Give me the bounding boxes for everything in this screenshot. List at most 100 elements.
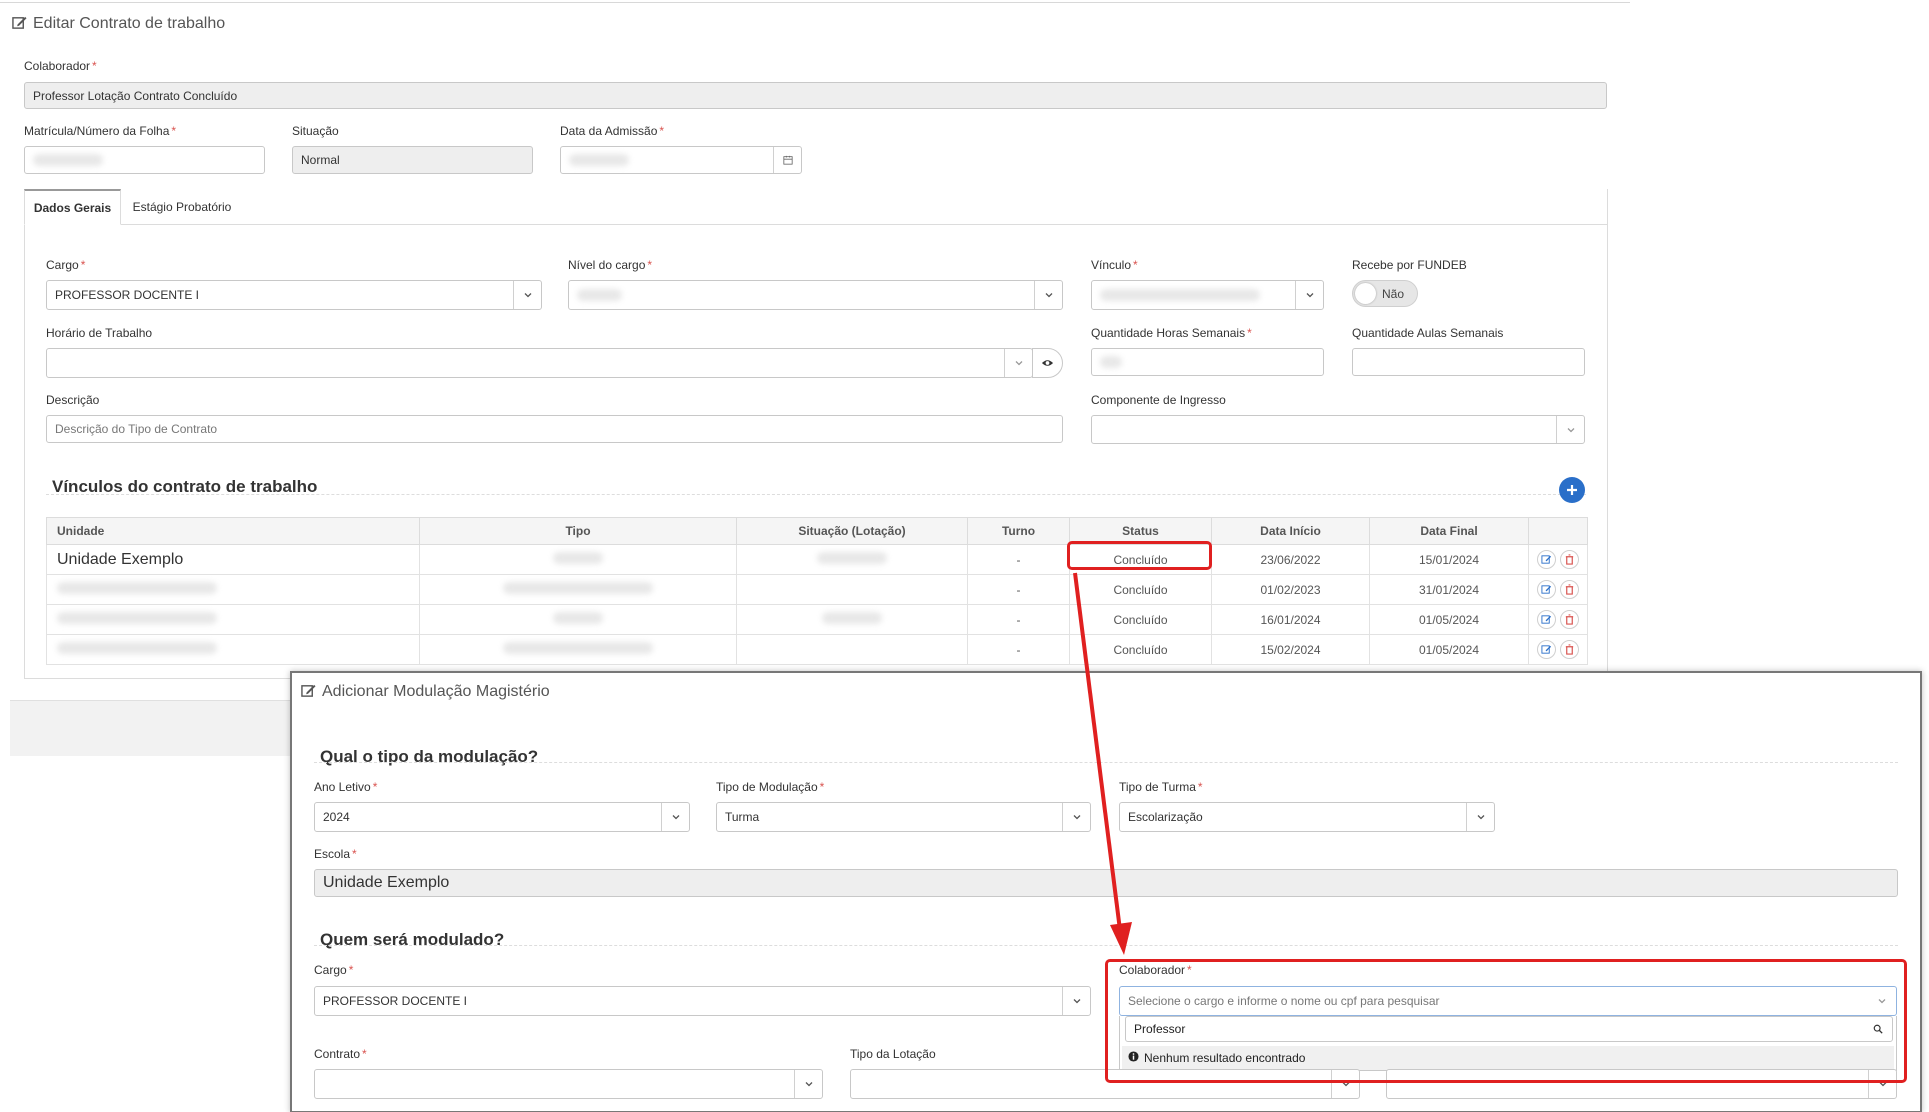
trash-icon[interactable]	[1560, 580, 1579, 599]
table-header-row: Unidade Tipo Situação (Lotação) Turno St…	[46, 517, 1588, 545]
top-divider	[0, 2, 1630, 3]
chevron-down-icon	[794, 1070, 822, 1098]
contrato-select[interactable]	[314, 1069, 823, 1099]
componente-select[interactable]	[1091, 415, 1585, 444]
situacao-cell	[736, 604, 968, 635]
nivel-cargo-select[interactable]	[568, 280, 1063, 310]
situacao-cell	[736, 634, 968, 665]
pencil-icon[interactable]	[1537, 550, 1556, 569]
vinculo-select[interactable]	[1091, 280, 1324, 310]
data-inicio-cell: 15/02/2024	[1211, 634, 1370, 665]
tipo-lotacao-label: Tipo da Lotação	[850, 1047, 936, 1061]
pencil-icon[interactable]	[1537, 580, 1556, 599]
colaborador-label: Colaborador *	[24, 59, 97, 73]
table-row: - Concluído 16/01/2024 01/05/2024	[46, 604, 1588, 635]
ano-letivo-select[interactable]: 2024	[314, 802, 690, 832]
unidade-cell	[46, 574, 420, 605]
footer-bar	[10, 700, 300, 756]
pencil-icon[interactable]	[1537, 610, 1556, 629]
actions-cell	[1528, 634, 1588, 665]
chevron-down-icon	[1466, 803, 1494, 831]
fundeb-toggle[interactable]: Não	[1352, 280, 1418, 307]
turno-cell: -	[967, 604, 1070, 635]
tab-estagio-probatorio[interactable]: Estágio Probatório	[122, 189, 242, 225]
plus-icon	[1567, 485, 1577, 495]
unidade-cell: Unidade Exemplo	[46, 544, 420, 575]
tab-bar-line	[24, 224, 1608, 225]
modal-title: Adicionar Modulação Magistério	[322, 683, 550, 700]
unidade-cell	[46, 604, 420, 635]
matricula-field[interactable]	[24, 146, 265, 174]
column-header: Turno	[967, 517, 1070, 545]
tipo-modulacao-label: Tipo de Modulação *	[716, 780, 825, 794]
table-row: Unidade Exemplo - Concluído 23/06/2022 1…	[46, 544, 1588, 575]
modal-header: Adicionar Modulação Magistério	[301, 683, 550, 701]
qtd-aulas-label: Quantidade Aulas Semanais	[1352, 326, 1504, 340]
data-inicio-cell: 16/01/2024	[1211, 604, 1370, 635]
data-inicio-cell: 23/06/2022	[1211, 544, 1370, 575]
data-final-cell: 01/05/2024	[1369, 634, 1529, 665]
admissao-label: Data da Admissão *	[560, 124, 665, 138]
trash-icon[interactable]	[1560, 610, 1579, 629]
trash-icon[interactable]	[1560, 640, 1579, 659]
column-header: Data Início	[1211, 517, 1370, 545]
tipo-cell	[419, 574, 737, 605]
chevron-down-icon	[1034, 281, 1062, 309]
turno-cell: -	[967, 634, 1070, 665]
chevron-down-icon	[1062, 987, 1090, 1015]
column-header: Unidade	[46, 517, 420, 545]
matricula-label: Matrícula/Número da Folha *	[24, 124, 177, 138]
tab-dados-gerais[interactable]: Dados Gerais	[24, 189, 121, 225]
column-header	[1528, 517, 1588, 545]
chevron-down-icon	[513, 281, 541, 309]
tipo-modulacao-select[interactable]: Turma	[716, 802, 1091, 832]
descricao-label: Descrição	[46, 393, 100, 407]
vinculo-label: Vínculo *	[1091, 258, 1138, 272]
section-divider	[46, 494, 1586, 495]
colaborador-highlight	[1105, 959, 1907, 1083]
pencil-icon[interactable]	[1537, 640, 1556, 659]
chevron-down-icon	[1295, 281, 1323, 309]
data-final-cell: 01/05/2024	[1369, 604, 1529, 635]
data-final-cell: 15/01/2024	[1369, 544, 1529, 575]
situacao-cell	[736, 574, 968, 605]
qtd-horas-label: Quantidade Horas Semanais *	[1091, 326, 1252, 340]
data-final-cell: 31/01/2024	[1369, 574, 1529, 605]
qtd-horas-input[interactable]	[1091, 348, 1324, 376]
actions-cell	[1528, 574, 1588, 605]
modal-section-tipo: Qual o tipo da modulação?	[320, 747, 539, 766]
edit-icon	[12, 15, 27, 33]
cargo-select[interactable]: PROFESSOR DOCENTE I	[46, 280, 542, 310]
tipo-turma-select[interactable]: Escolarização	[1119, 802, 1495, 832]
actions-cell	[1528, 544, 1588, 575]
cargo-label: Cargo *	[46, 258, 86, 272]
trash-icon[interactable]	[1560, 550, 1579, 569]
descricao-input[interactable]: Descrição do Tipo de Contrato	[46, 415, 1063, 443]
table-row: - Concluído 15/02/2024 01/05/2024	[46, 634, 1588, 665]
data-inicio-cell: 01/02/2023	[1211, 574, 1370, 605]
calendar-icon[interactable]	[773, 147, 801, 173]
arrow-icon	[1073, 572, 1132, 955]
situacao-field: Normal	[292, 146, 533, 174]
eye-icon[interactable]	[1032, 348, 1063, 378]
componente-label: Componente de Ingresso	[1091, 393, 1226, 407]
horario-select[interactable]	[46, 348, 1033, 378]
tipo-cell	[419, 604, 737, 635]
toggle-knob	[1355, 283, 1376, 304]
admissao-field[interactable]	[560, 146, 802, 174]
modal-section-quem: Quem será modulado?	[320, 930, 505, 949]
turno-cell: -	[967, 544, 1070, 575]
add-vinculo-button[interactable]	[1559, 477, 1585, 503]
nivel-cargo-label: Nível do cargo *	[568, 258, 653, 272]
colaborador-field: Professor Lotação Contrato Concluído	[24, 82, 1607, 109]
fundeb-label: Recebe por FUNDEB	[1352, 258, 1467, 272]
modal-cargo-label: Cargo *	[314, 963, 354, 977]
modal-cargo-select[interactable]: PROFESSOR DOCENTE I	[314, 986, 1091, 1016]
column-header: Tipo	[419, 517, 737, 545]
situacao-label: Situação	[292, 124, 339, 138]
horario-label: Horário de Trabalho	[46, 326, 153, 340]
situacao-cell	[736, 544, 968, 575]
vinculos-table: Unidade Tipo Situação (Lotação) Turno St…	[46, 517, 1588, 665]
qtd-aulas-input[interactable]	[1352, 348, 1585, 376]
page-header: Editar Contrato de trabalho	[12, 15, 225, 33]
